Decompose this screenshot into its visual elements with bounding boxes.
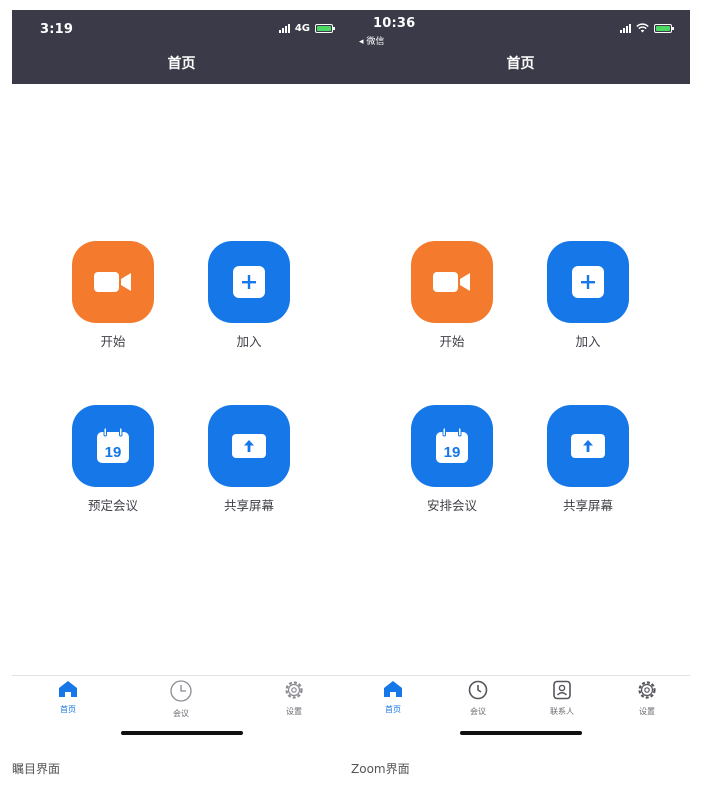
share-screen-icon (232, 434, 266, 458)
right-caption: Zoom界面 (351, 762, 410, 776)
page-title: 首页 (351, 50, 690, 84)
tab-settings[interactable]: 设置 (264, 680, 324, 717)
tab-home[interactable]: 首页 (363, 680, 423, 715)
tab-label: 首页 (60, 705, 76, 714)
tab-bar: 首页 会议 设置 (12, 675, 351, 721)
left-caption: 瞩目界面 (12, 762, 61, 776)
tile-label: 安排会议 (426, 498, 477, 513)
tab-label: 设置 (286, 707, 302, 716)
home-indicator[interactable] (121, 731, 243, 735)
tab-meetings[interactable]: 会议 (151, 680, 211, 719)
page-title: 首页 (12, 50, 351, 84)
tile-label: 加入 (236, 334, 262, 349)
contacts-icon (553, 680, 571, 700)
tile-label: 开始 (439, 334, 465, 349)
gear-icon (638, 681, 656, 699)
tab-label: 设置 (639, 707, 655, 716)
start-meeting-button[interactable]: 开始 (402, 241, 502, 350)
share-screen-button[interactable]: 共享屏幕 (199, 405, 299, 514)
tab-home[interactable]: 首页 (38, 680, 98, 715)
clock-icon (170, 680, 192, 702)
tile-label: 预定会议 (87, 498, 138, 513)
start-meeting-button[interactable]: 开始 (63, 241, 163, 350)
tab-contacts[interactable]: 联系人 (532, 680, 592, 717)
status-bar: 10:36 ◂ 微信 (351, 10, 690, 50)
tab-settings[interactable]: 设置 (617, 680, 677, 717)
tile-label: 开始 (100, 334, 126, 349)
right-phone-screen: 10:36 ◂ 微信 首页 开始 加入 19 安排会议 共享屏幕 首页 会议 联… (351, 10, 690, 740)
tab-bar: 首页 会议 联系人 设置 (351, 675, 690, 721)
calendar-icon: 19 (97, 428, 129, 463)
tab-meetings[interactable]: 会议 (448, 680, 508, 717)
video-camera-icon (94, 272, 131, 292)
tile-label: 加入 (575, 334, 601, 349)
status-time: 3:19 (40, 22, 74, 37)
join-meeting-button[interactable]: 加入 (538, 241, 638, 350)
video-camera-icon (433, 272, 470, 292)
plus-icon (233, 266, 265, 298)
share-screen-icon (571, 434, 605, 458)
calendar-icon: 19 (436, 428, 468, 463)
home-icon (384, 681, 402, 697)
calendar-day: 19 (444, 444, 461, 461)
plus-icon (572, 266, 604, 298)
battery-icon (315, 24, 335, 33)
home-indicator[interactable] (460, 731, 582, 735)
tab-label: 会议 (470, 707, 486, 716)
wifi-icon (636, 23, 649, 33)
tab-label: 首页 (385, 705, 401, 714)
back-to-wechat-link[interactable]: ◂ 微信 (359, 34, 384, 47)
join-meeting-button[interactable]: 加入 (199, 241, 299, 350)
share-screen-button[interactable]: 共享屏幕 (538, 405, 638, 514)
calendar-day: 19 (105, 444, 122, 461)
schedule-meeting-button[interactable]: 19 安排会议 (402, 405, 502, 514)
clock-icon (468, 680, 488, 700)
signal-icon (278, 24, 290, 33)
status-indicators (620, 23, 674, 33)
status-time: 10:36 (373, 16, 416, 31)
status-indicators: 4G (278, 23, 335, 34)
battery-icon (654, 23, 674, 33)
schedule-meeting-button[interactable]: 19 预定会议 (63, 405, 163, 514)
network-type: 4G (294, 23, 310, 34)
tab-label: 会议 (173, 709, 189, 718)
tile-label: 共享屏幕 (562, 498, 613, 513)
signal-icon (620, 23, 631, 33)
left-phone-screen: 3:19 4G 首页 开始 加入 19 预定会议 共享屏幕 首页 会议 设置 (12, 10, 351, 740)
status-bar: 3:19 4G (12, 10, 351, 50)
tab-label: 联系人 (550, 707, 574, 716)
tile-label: 共享屏幕 (223, 498, 274, 513)
home-icon (59, 681, 77, 697)
gear-icon (285, 681, 303, 699)
